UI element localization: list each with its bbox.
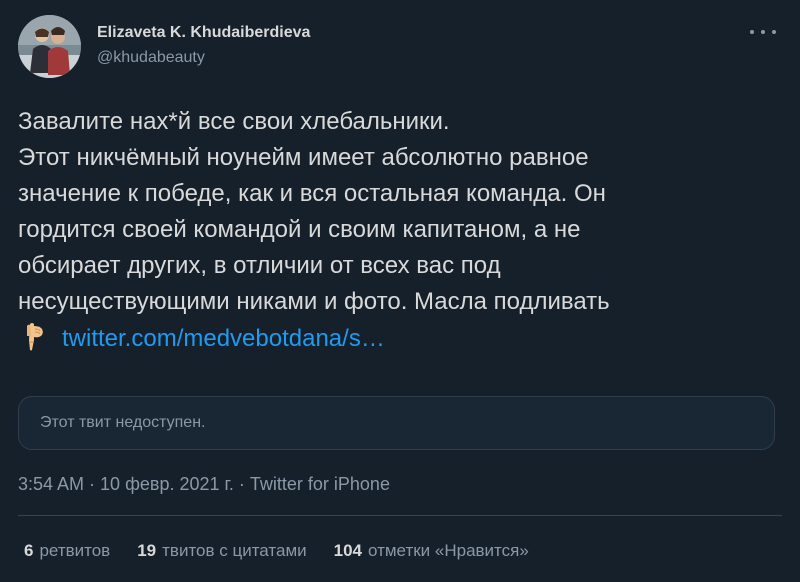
- tweet-source[interactable]: Twitter for iPhone: [250, 474, 390, 494]
- tweet-detail: Elizaveta K. Khudaiberdieva @khudabeauty…: [0, 0, 800, 582]
- tweet-stats: 6 ретвитов 19 твитов с цитатами 104 отметки…: [24, 540, 529, 562]
- unavailable-text: Этот твит недоступен.: [40, 414, 206, 431]
- quoted-tweet-unavailable: Этот твит недоступен.: [18, 396, 775, 450]
- tweet-meta: 3:54 AM · 10 февр. 2021 г. · Twitter for…: [18, 473, 390, 495]
- author-info: Elizaveta K. Khudaiberdieva @khudabeauty: [97, 23, 310, 68]
- tweet-link[interactable]: twitter.com/medvebotdana/s…: [62, 325, 385, 352]
- more-options-icon[interactable]: [750, 22, 776, 42]
- avatar[interactable]: [18, 15, 81, 78]
- author-display-name[interactable]: Elizaveta K. Khudaiberdieva: [97, 23, 310, 43]
- tweet-text-line: Этот никчёмный ноунейм имеет абсолютно р…: [18, 144, 589, 171]
- dot: [772, 30, 776, 34]
- quotes-count: 19: [137, 541, 157, 560]
- meta-separator: ·: [84, 474, 101, 494]
- likes-stat[interactable]: 104 отметки «Нравится»: [334, 540, 529, 562]
- profile-photo-icon: [18, 15, 81, 78]
- tweet-text-line-with-link: twitter.com/medvebotdana/s…: [18, 320, 788, 357]
- retweets-label: ретвитов: [39, 541, 111, 560]
- tweet-time[interactable]: 3:54 AM: [18, 474, 84, 494]
- divider: [18, 515, 782, 516]
- tweet-text-line: несуществующими никами и фото. Масла под…: [18, 288, 610, 315]
- tweet-text: Завалите нах*й все свои хлебальники. Это…: [18, 104, 788, 357]
- author-handle[interactable]: @khudabeauty: [97, 48, 310, 68]
- dot: [750, 30, 754, 34]
- likes-count: 104: [333, 541, 362, 560]
- tweet-text-line: обсирает других, в отличии от всех вас п…: [18, 252, 501, 279]
- dot: [761, 30, 765, 34]
- tweet-text-line: гордится своей командой и своим капитано…: [18, 216, 581, 243]
- tweet-text-line: Завалите нах*й все свои хлебальники.: [18, 108, 450, 135]
- quotes-label: твитов с цитатами: [162, 541, 307, 560]
- quotes-stat[interactable]: 19 твитов с цитатами: [137, 540, 306, 562]
- likes-label: отметки «Нравится»: [368, 541, 529, 560]
- retweets-count: 6: [24, 541, 34, 560]
- meta-separator: ·: [233, 474, 250, 494]
- tweet-text-line: значение к победе, как и вся остальная к…: [18, 180, 606, 207]
- tweet-date[interactable]: 10 февр. 2021 г.: [100, 474, 234, 494]
- retweets-stat[interactable]: 6 ретвитов: [24, 540, 110, 562]
- backhand-index-pointing-down-icon: [18, 320, 50, 352]
